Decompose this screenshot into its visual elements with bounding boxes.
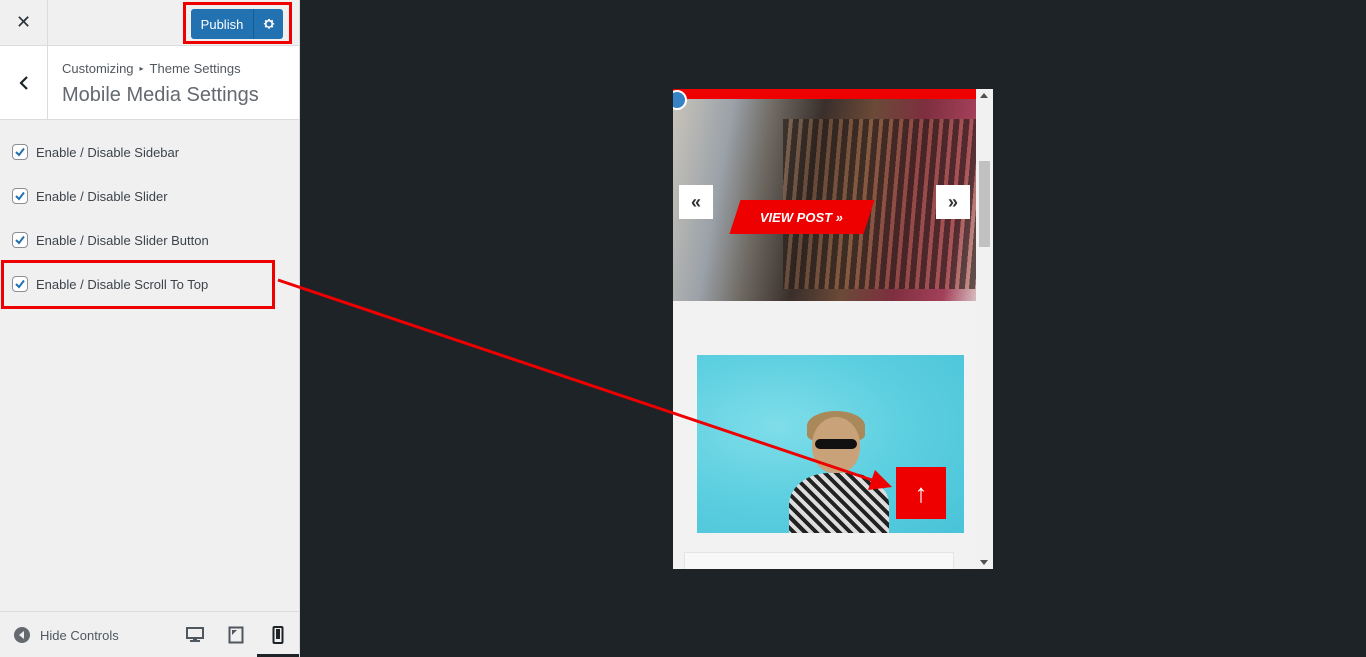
- checkmark-icon: [15, 147, 25, 157]
- chevron-left-icon: [18, 75, 28, 90]
- customizer-footer: Hide Controls: [0, 611, 299, 657]
- option-label: Enable / Disable Slider: [36, 188, 168, 204]
- arrow-up-icon: ↑: [914, 477, 928, 508]
- close-icon: ✕: [15, 12, 32, 32]
- option-label: Enable / Disable Slider Button: [36, 232, 209, 248]
- hide-controls-label: Hide Controls: [40, 627, 119, 643]
- checkbox-sidebar[interactable]: [12, 144, 28, 160]
- publish-button[interactable]: Publish: [191, 9, 283, 39]
- chevrons-left-icon: «: [690, 191, 701, 212]
- option-slider[interactable]: Enable / Disable Slider: [12, 186, 168, 206]
- slider-image: « » VIEW POST »: [673, 99, 976, 301]
- tablet-preview-icon[interactable]: [226, 626, 246, 644]
- publish-label: Publish: [200, 16, 244, 32]
- view-post-label: VIEW POST »: [760, 209, 844, 225]
- person-body-graphic: [789, 473, 889, 533]
- breadcrumb: Customizing ▸ Theme Settings: [62, 61, 241, 76]
- checkbox-slider[interactable]: [12, 188, 28, 204]
- preview-scrollbar[interactable]: [976, 89, 993, 569]
- page-title: Mobile Media Settings: [62, 84, 259, 106]
- checkmark-icon: [15, 191, 25, 201]
- scroll-up-arrow-icon[interactable]: [980, 93, 988, 98]
- breadcrumb-section: Theme Settings: [149, 61, 241, 76]
- mobile-preview-icon[interactable]: [268, 626, 288, 644]
- preview-top-bar: [673, 89, 976, 99]
- mobile-preview-frame[interactable]: « » VIEW POST » ↑: [673, 89, 993, 569]
- checkbox-slider-button[interactable]: [12, 232, 28, 248]
- desktop-preview-icon[interactable]: [185, 626, 205, 644]
- slider-next-button[interactable]: »: [936, 185, 970, 219]
- hide-controls-button[interactable]: Hide Controls: [14, 627, 119, 643]
- panel-header: Customizing ▸ Theme Settings Mobile Medi…: [0, 46, 299, 120]
- checkmark-icon: [15, 235, 25, 245]
- collapse-arrow-icon: [14, 627, 30, 643]
- post-card: [684, 552, 954, 569]
- back-button[interactable]: [0, 46, 48, 119]
- scroll-thumb[interactable]: [979, 161, 990, 247]
- option-slider-button[interactable]: Enable / Disable Slider Button: [12, 230, 209, 250]
- breadcrumb-root: Customizing: [62, 61, 134, 76]
- chevrons-right-icon: »: [947, 191, 958, 212]
- scroll-to-top-button[interactable]: ↑: [896, 467, 946, 519]
- close-customizer-button[interactable]: ✕: [0, 0, 48, 45]
- scroll-down-arrow-icon[interactable]: [980, 560, 988, 565]
- option-label: Enable / Disable Sidebar: [36, 144, 180, 160]
- sunglasses-graphic: [815, 439, 857, 449]
- slider-prev-button[interactable]: «: [679, 185, 713, 219]
- customizer-sidebar: ✕ Publish Customizing ▸ Theme Settings M…: [0, 0, 300, 657]
- option-sidebar[interactable]: Enable / Disable Sidebar: [12, 142, 179, 162]
- gear-icon[interactable]: [253, 9, 283, 39]
- view-post-button[interactable]: VIEW POST »: [729, 200, 875, 234]
- breadcrumb-separator-icon: ▸: [139, 64, 144, 73]
- customizer-topbar: ✕ Publish: [0, 0, 299, 46]
- scroll-to-top-highlight-box: [1, 260, 275, 309]
